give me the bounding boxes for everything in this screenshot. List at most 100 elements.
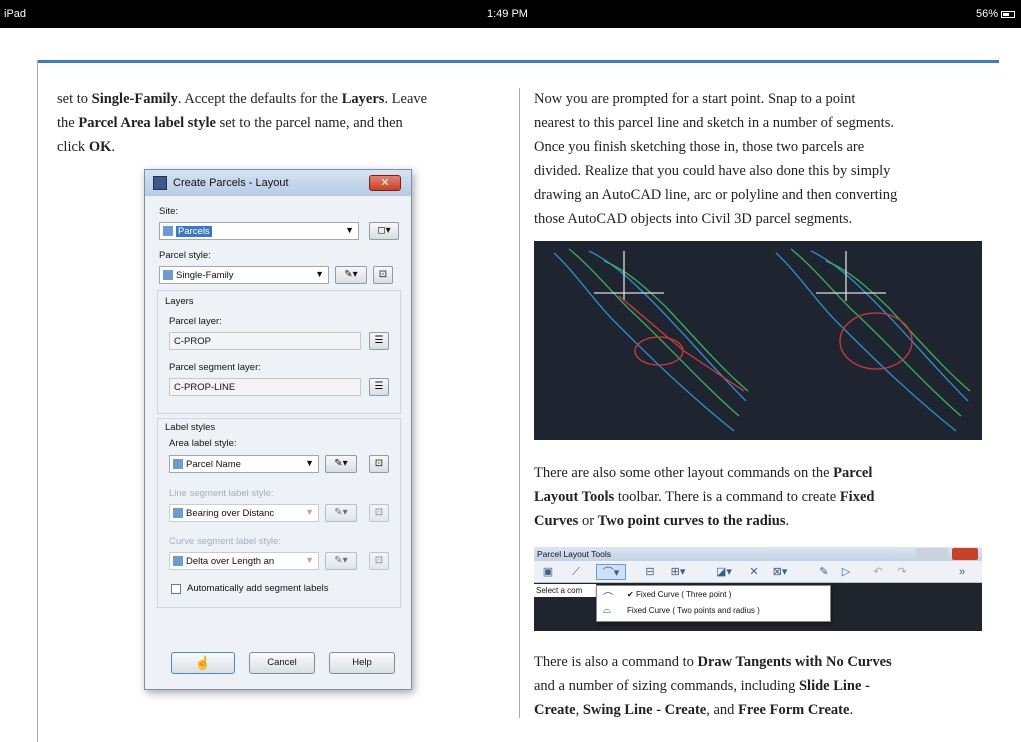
toolbar-close-button[interactable]	[952, 548, 978, 560]
tangent-tool-icon[interactable]: ⊟	[640, 564, 660, 580]
right-p2-line-3: Curves or Two point curves to the radius…	[534, 513, 790, 529]
curve-segment-pick-button[interactable]: ⊡	[369, 552, 389, 570]
cad-parcel-drawing	[534, 241, 982, 440]
area-label-style-label: Area label style:	[169, 438, 237, 449]
line-segment-edit-button[interactable]: ✎▾	[325, 504, 357, 522]
label-style-icon	[173, 556, 183, 566]
parcel-style-pick-button[interactable]: ⊡	[373, 266, 393, 284]
curve-tool-icon[interactable]: ⌒▾	[596, 564, 626, 580]
chevron-down-icon: ▼	[305, 555, 314, 565]
intro-line-2: the Parcel Area label style set to the p…	[57, 115, 403, 131]
parcel-layout-toolbar: Parcel Layout Tools ▣ ⟋ ⌒▾ ⊟ ⊞▾ ◪▾ ✕ ⊠▾ …	[534, 547, 982, 631]
site-options-button[interactable]: ◻▾	[369, 222, 399, 240]
fixed-curve-radius-icon: ⌓	[603, 605, 611, 616]
dialog-close-button[interactable]: ✕	[369, 175, 401, 191]
help-button[interactable]: Help	[329, 652, 395, 674]
menu-item-fixed-curve-radius[interactable]: Fixed Curve ( Two points and radius )	[627, 606, 760, 615]
parcel-layer-field[interactable]: C-PROP	[169, 332, 361, 350]
chevron-down-icon: ▼	[315, 269, 324, 279]
right-p1-line-4: divided. Realize that you could have als…	[534, 163, 891, 179]
site-label: Site:	[159, 206, 179, 217]
toolbar-window-buttons[interactable]	[916, 548, 948, 560]
site-icon	[163, 226, 173, 236]
curve-segment-edit-button[interactable]: ✎▾	[325, 552, 357, 570]
right-p3-line-3: Create, Swing Line - Create, and Free Fo…	[534, 702, 854, 718]
layers-tool-icon[interactable]: ▣	[538, 564, 558, 580]
segment-layer-label: Parcel segment layer:	[169, 362, 261, 373]
battery-indicator: 56%	[976, 8, 1015, 20]
right-paragraph-1: Now you are prompted for a start point. …	[534, 87, 994, 231]
parcel-style-dropdown[interactable]: Single-Family ▼	[159, 266, 329, 284]
battery-percent: 56%	[975, 8, 998, 20]
intro-line-3: click OK.	[57, 139, 115, 155]
area-label-pick-button[interactable]: ⊡	[369, 455, 389, 473]
right-p3-line-1: There is also a command to Draw Tangents…	[534, 654, 892, 670]
line-segment-dropdown[interactable]: Bearing over Distanc ▼	[169, 504, 319, 522]
area-label-dropdown[interactable]: Parcel Name ▼	[169, 455, 319, 473]
redo-icon[interactable]: ↷	[892, 564, 912, 580]
layers-heading: Layers	[165, 296, 194, 307]
parcel-layer-label: Parcel layer:	[169, 316, 222, 327]
right-paragraph-2: There are also some other layout command…	[534, 461, 994, 533]
cursor-hand-icon: ☝	[194, 655, 212, 670]
dialog-title: Create Parcels - Layout	[173, 177, 289, 189]
right-p1-line-5: drawing an AutoCAD line, arc or polyline…	[534, 187, 898, 203]
ok-button[interactable]: ☝	[171, 652, 235, 674]
right-p1-line-1: Now you are prompted for a start point. …	[534, 91, 856, 107]
cancel-button[interactable]: Cancel	[249, 652, 315, 674]
right-p2-line-1: There are also some other layout command…	[534, 465, 873, 481]
line-segment-pick-button[interactable]: ⊡	[369, 504, 389, 522]
info-tool-icon[interactable]: ▷	[836, 564, 856, 580]
menu-item-fixed-curve-three-point[interactable]: ✔ Fixed Curve ( Three point )	[627, 590, 731, 599]
right-p2-line-2: Layout Tools toolbar. There is a command…	[534, 489, 875, 505]
parcel-style-label: Parcel style:	[159, 250, 211, 261]
expand-icon[interactable]: »	[952, 564, 972, 580]
clock: 1:49 PM	[487, 8, 528, 20]
line-segment-label: Line segment label style:	[169, 488, 274, 499]
delete-tool-icon[interactable]: ✕	[744, 564, 764, 580]
swing-line-tool-icon[interactable]: ◪▾	[710, 564, 738, 580]
curve-dropdown-menu: ⌒ ✔ Fixed Curve ( Three point ) ⌓ Fixed …	[596, 585, 831, 622]
toolbar-title-bar: Parcel Layout Tools	[534, 547, 982, 561]
label-style-icon	[173, 508, 183, 518]
page-header-rule	[37, 60, 999, 63]
left-intro-paragraph: set to Single-Family. Accept the default…	[57, 87, 512, 159]
site-dropdown[interactable]: Parcels ▼	[159, 222, 359, 240]
chevron-down-icon: ▼	[305, 507, 314, 517]
curve-segment-dropdown[interactable]: Delta over Length an ▼	[169, 552, 319, 570]
auto-add-labels-label: Automatically add segment labels	[187, 583, 329, 594]
fixed-curve-three-point-icon: ⌒	[603, 593, 613, 604]
right-p1-line-3: Once you finish sketching those in, thos…	[534, 139, 865, 155]
line-tool-icon[interactable]: ⟋	[566, 564, 586, 580]
dialog-app-icon	[153, 176, 167, 190]
parcel-layer-button[interactable]: ☰	[369, 332, 389, 350]
style-icon	[163, 270, 173, 280]
dialog-title-bar: Create Parcels - Layout ✕	[145, 170, 411, 196]
slide-line-tool-icon[interactable]: ⊞▾	[664, 564, 692, 580]
intro-line-1: set to Single-Family. Accept the default…	[57, 91, 428, 107]
right-p1-line-6: those AutoCAD objects into Civil 3D parc…	[534, 211, 853, 227]
toolbar-buttons-row: ▣ ⟋ ⌒▾ ⊟ ⊞▾ ◪▾ ✕ ⊠▾ ✎ ▷ ↶ ↷ »	[534, 561, 982, 583]
segment-layer-button[interactable]: ☰	[369, 378, 389, 396]
segment-layer-field[interactable]: C-PROP-LINE	[169, 378, 361, 396]
battery-icon	[1001, 10, 1015, 18]
page-left-edge	[37, 60, 38, 742]
chevron-down-icon: ▼	[305, 458, 314, 468]
pick-tool-icon[interactable]: ⊠▾	[766, 564, 794, 580]
toolbar-title: Parcel Layout Tools	[537, 549, 612, 559]
chevron-down-icon: ▼	[345, 225, 354, 235]
right-p1-line-2: nearest to this parcel line and sketch i…	[534, 115, 894, 131]
status-bar: iPad 1:49 PM 56%	[0, 0, 1021, 28]
device-label: iPad	[4, 8, 27, 20]
right-paragraph-3: There is also a command to Draw Tangents…	[534, 650, 994, 722]
column-divider	[519, 88, 520, 718]
parcel-style-edit-button[interactable]: ✎▾	[335, 266, 367, 284]
edit-tool-icon[interactable]: ✎	[814, 564, 834, 580]
auto-add-labels-checkbox[interactable]	[171, 584, 181, 594]
command-prompt: Select a com	[534, 584, 596, 597]
undo-icon[interactable]: ↶	[868, 564, 888, 580]
create-parcels-dialog: Create Parcels - Layout ✕ Site: Parcels …	[144, 169, 412, 690]
parcel-drawing-graphic	[553, 248, 971, 432]
area-label-edit-button[interactable]: ✎▾	[325, 455, 357, 473]
label-styles-heading: Label styles	[165, 422, 216, 433]
